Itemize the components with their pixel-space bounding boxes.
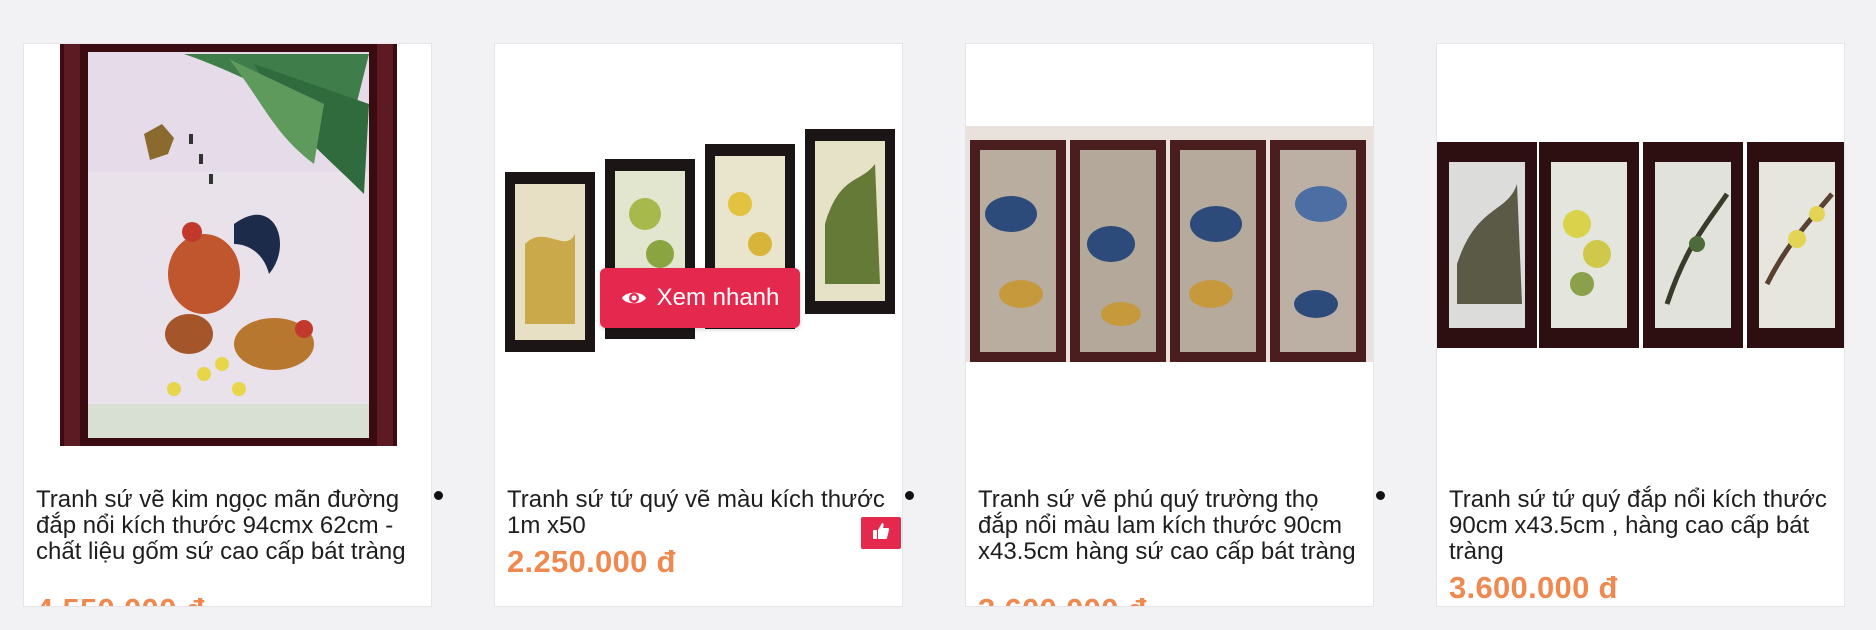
product-card[interactable]: Tranh sứ vẽ phú quý trường thọ đắp nổi m… (965, 43, 1374, 607)
list-bullet (434, 491, 443, 500)
product-image[interactable]: Xem nhanh (495, 44, 902, 446)
product-price: 4.550.000 đ (36, 592, 205, 606)
product-image[interactable] (24, 44, 431, 446)
product-grid: Tranh sứ vẽ kim ngọc mãn đường đắp nổi k… (0, 0, 1876, 630)
quick-view-label: Xem nhanh (656, 284, 780, 311)
product-card[interactable]: Tranh sứ vẽ kim ngọc mãn đường đắp nổi k… (23, 43, 432, 607)
product-image[interactable] (966, 44, 1373, 446)
list-bullet (1376, 491, 1385, 500)
product-title[interactable]: Tranh sứ tứ quý vẽ màu kích thước 1m x50 (507, 487, 892, 539)
eye-icon (621, 289, 647, 307)
quick-view-button[interactable]: Xem nhanh (600, 268, 800, 328)
product-price: 3.600.000 đ (978, 592, 1147, 606)
product-title[interactable]: Tranh sứ vẽ phú quý trường thọ đắp nổi m… (978, 487, 1363, 565)
product-card[interactable]: Xem nhanh Tranh sứ tứ quý vẽ màu kích th… (494, 43, 903, 607)
thumbs-up-icon (872, 522, 890, 545)
product-image[interactable] (1437, 44, 1844, 446)
product-price: 2.250.000 đ (507, 544, 676, 579)
product-price: 3.600.000 đ (1449, 570, 1618, 605)
list-bullet (905, 491, 914, 500)
like-button[interactable] (861, 517, 901, 549)
product-card[interactable]: Tranh sứ tứ quý đắp nổi kích thước 90cm … (1436, 43, 1845, 607)
product-title[interactable]: Tranh sứ vẽ kim ngọc mãn đường đắp nổi k… (36, 487, 421, 565)
product-title[interactable]: Tranh sứ tứ quý đắp nổi kích thước 90cm … (1449, 487, 1834, 565)
